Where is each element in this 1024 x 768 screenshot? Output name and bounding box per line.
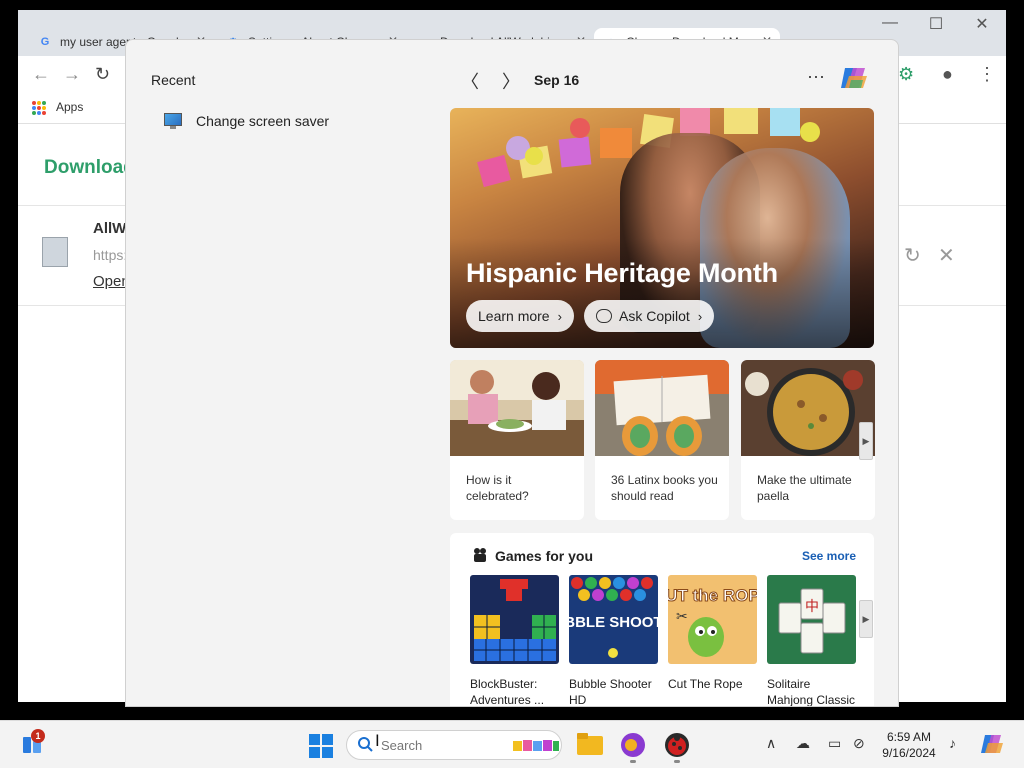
game-tile-blockbuster[interactable]: BlockBuster: Adventures ... xyxy=(470,575,559,707)
search-input[interactable] xyxy=(381,736,501,754)
game-name: Cut The Rope xyxy=(668,677,743,691)
chevron-right-icon[interactable]: 〉 xyxy=(502,68,520,94)
card-image xyxy=(450,360,584,456)
game-tile-bubble-shooter[interactable]: BUBBLE SHOOTER Bubble Shooter HD xyxy=(543,575,684,707)
ask-copilot-button[interactable]: Ask Copilot › xyxy=(584,300,715,332)
news-card-paella[interactable]: Make the ultimate paella xyxy=(741,360,875,520)
download-item-url: https: xyxy=(93,247,128,263)
game-name: BlockBuster: Adventures ... xyxy=(470,677,545,707)
recent-heading: Recent xyxy=(151,72,196,88)
search-highlight-icon xyxy=(513,740,559,751)
firefox-icon[interactable] xyxy=(620,732,646,763)
scroll-right-icon[interactable]: ▶ xyxy=(859,422,873,460)
search-icon xyxy=(358,737,373,752)
menu-dots-icon[interactable]: ⋮ xyxy=(978,64,996,85)
hero-card[interactable]: Hispanic Heritage Month Learn more › Ask… xyxy=(450,108,874,348)
copilot-logo-icon[interactable] xyxy=(839,64,869,92)
reload-icon[interactable]: ↻ xyxy=(95,64,110,85)
file-explorer-icon[interactable] xyxy=(577,733,603,760)
games-title: Games for you xyxy=(495,548,594,564)
card-caption: How is it celebrated? xyxy=(466,473,529,503)
ask-copilot-label: Ask Copilot xyxy=(619,308,690,324)
bubble-shooter-logo: BUBBLE SHOOTER xyxy=(569,614,658,631)
game-name: Bubble Shooter HD xyxy=(569,677,652,707)
network-icon[interactable]: ⊘ xyxy=(853,735,865,752)
clock-time: 6:59 AM xyxy=(886,730,932,744)
cloud-offline-icon[interactable]: ☁ xyxy=(796,735,810,752)
copilot-taskbar-icon[interactable] xyxy=(980,733,1004,760)
see-more-link[interactable]: See more xyxy=(802,549,856,563)
bell-icon[interactable]: ♪ xyxy=(949,735,956,751)
app-ladybug-icon[interactable] xyxy=(664,732,690,763)
bubble-shooter-thumbnail: BUBBLE SHOOTER xyxy=(543,575,684,664)
card-image xyxy=(741,360,875,456)
text-cursor-icon: I xyxy=(375,731,380,750)
google-icon: G xyxy=(40,36,50,48)
card-image xyxy=(595,360,729,456)
games-section: Games for you See more BlockBuster: Adve… xyxy=(450,533,874,707)
hero-title: Hispanic Heritage Month xyxy=(466,258,778,288)
recent-item-change-screen-saver[interactable]: Change screen saver xyxy=(162,112,329,130)
page-title: Download xyxy=(44,157,135,178)
remove-icon[interactable]: ✕ xyxy=(938,243,955,268)
scroll-right-icon[interactable]: ▶ xyxy=(859,600,873,638)
feed-date: Sep 16 xyxy=(534,72,580,88)
news-card-celebrated[interactable]: How is it celebrated? xyxy=(450,360,584,520)
learn-more-label: Learn more xyxy=(478,308,550,324)
cut-the-rope-logo: CUT the ROPE xyxy=(668,586,757,605)
chevron-left-icon[interactable]: 〈 xyxy=(461,68,479,94)
minimize-icon[interactable]: — xyxy=(870,14,910,32)
back-icon[interactable]: ← xyxy=(32,64,50,85)
chevron-right-icon: › xyxy=(697,308,703,324)
news-card-books[interactable]: 36 Latinx books you should read xyxy=(595,360,729,520)
profile-icon[interactable]: ● xyxy=(942,64,953,85)
game-name: Solitaire Mahjong Classic xyxy=(767,677,856,707)
blockbuster-thumbnail xyxy=(470,575,559,664)
system-clock[interactable]: 6:59 AM 9/16/2024 xyxy=(872,729,946,761)
mahjong-thumbnail: 中 xyxy=(767,575,856,664)
start-windows-icon[interactable] xyxy=(309,734,333,763)
forward-icon[interactable]: → xyxy=(63,64,81,85)
apps-grid-icon[interactable] xyxy=(32,101,46,115)
screen-saver-icon xyxy=(162,112,184,130)
maximize-icon[interactable]: ☐ xyxy=(916,14,956,34)
widgets-flyout: Recent Change screen saver 〈 〉 Sep 16 ··… xyxy=(125,39,899,707)
chat-bubble-icon xyxy=(596,309,612,323)
file-icon xyxy=(42,237,68,267)
notification-badge: 1 xyxy=(31,729,45,743)
more-options-icon[interactable]: ··· xyxy=(807,66,825,87)
running-indicator xyxy=(674,760,680,763)
clock-date: 9/16/2024 xyxy=(882,746,936,760)
chevron-right-icon: › xyxy=(557,308,562,324)
svg-text:✂: ✂ xyxy=(676,609,688,625)
close-window-icon[interactable]: ✕ xyxy=(962,14,1002,34)
mahjong-tile-glyph: 中 xyxy=(805,599,819,615)
apps-bookmark[interactable]: Apps xyxy=(56,100,83,114)
recent-item-label: Change screen saver xyxy=(196,113,330,129)
extension-icon[interactable]: ⚙ xyxy=(898,64,914,85)
retry-icon[interactable]: ↻ xyxy=(904,243,921,268)
display-icon[interactable]: ▭ xyxy=(828,735,841,752)
taskbar: 1 ∧ ☁ ▭ ⊘ 6:59 AM 9/16/2024 ♪ xyxy=(0,720,1024,768)
card-caption: 36 Latinx books you should read xyxy=(611,473,718,503)
game-tile-cut-the-rope[interactable]: CUT the ROPE ✂ Cut The Rope xyxy=(652,575,772,692)
running-indicator xyxy=(630,760,636,763)
chevron-up-icon[interactable]: ∧ xyxy=(766,735,776,752)
card-caption: Make the ultimate paella xyxy=(757,473,852,503)
game-tile-mahjong[interactable]: 中 Solitaire Mahjong Classic xyxy=(767,575,856,707)
games-icon xyxy=(474,548,486,562)
download-item-name: AllW xyxy=(93,220,127,237)
learn-more-button[interactable]: Learn more › xyxy=(466,300,574,332)
cut-the-rope-thumbnail: CUT the ROPE ✂ xyxy=(652,575,772,664)
